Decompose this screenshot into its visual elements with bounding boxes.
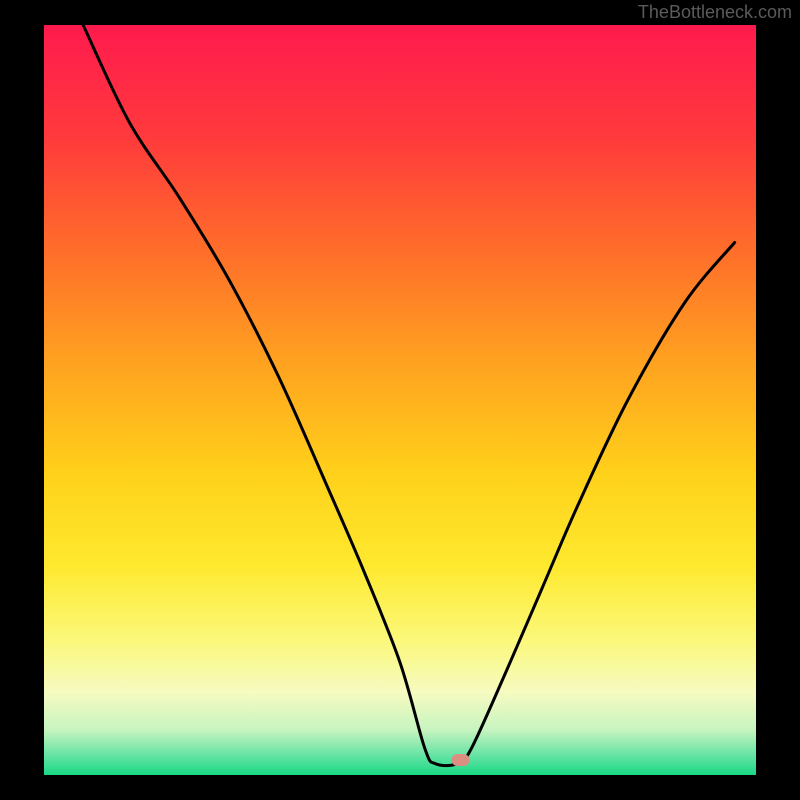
bottleneck-chart: TheBottleneck.com — [0, 0, 800, 800]
optimum-marker — [452, 754, 470, 766]
chart-svg — [0, 0, 800, 800]
watermark-text: TheBottleneck.com — [638, 2, 792, 23]
